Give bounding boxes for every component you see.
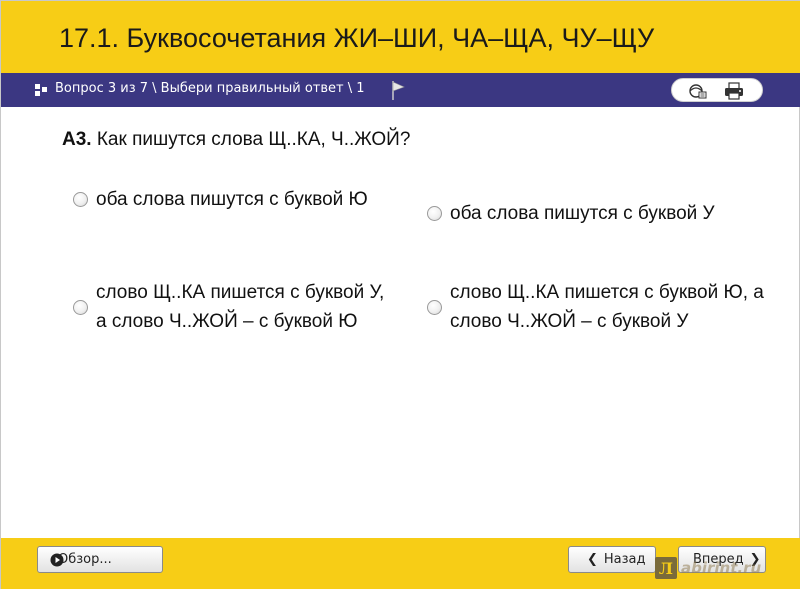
question-body: Как пишутся слова Щ..КА, Ч..ЖОЙ?: [96, 129, 411, 150]
answer-label: слово Щ..КА пишется с буквой Ю, а слово …: [450, 282, 764, 332]
question-text: А3. Как пишутся слова Щ..КА, Ч..ЖОЙ?: [62, 129, 410, 151]
breadcrumb: Вопрос 3 из 7 \ Выбери правильный ответ …: [55, 81, 365, 96]
play-circle-icon: [50, 553, 64, 567]
chevron-left-icon: ❮: [587, 552, 598, 567]
question-number: А3.: [62, 129, 92, 150]
answer-option-2[interactable]: оба слова пишутся с буквой У: [427, 199, 767, 228]
menu-dots-icon[interactable]: [35, 84, 47, 96]
help-icon[interactable]: [688, 82, 708, 100]
page-title: 17.1. Буквосочетания ЖИ–ШИ, ЧА–ЩА, ЧУ–ЩУ: [59, 23, 655, 53]
watermark-logo: Л: [655, 557, 677, 579]
answer-option-1[interactable]: оба слова пишутся с буквой Ю: [73, 185, 393, 214]
review-button[interactable]: Обзор...: [37, 546, 163, 573]
header: 17.1. Буквосочетания ЖИ–ШИ, ЧА–ЩА, ЧУ–ЩУ: [1, 1, 800, 73]
watermark: Л abirint.ru: [655, 556, 800, 580]
review-label: Обзор...: [58, 552, 112, 567]
answer-label: слово Щ..КА пишется с буквой У, а слово …: [96, 282, 385, 332]
test-window: 17.1. Буквосочетания ЖИ–ШИ, ЧА–ЩА, ЧУ–ЩУ…: [0, 0, 800, 589]
answer-label: оба слова пишутся с буквой Ю: [96, 189, 368, 210]
back-label: Назад: [603, 552, 646, 567]
flag-icon[interactable]: [391, 79, 405, 101]
answer-label: оба слова пишутся с буквой У: [450, 203, 715, 224]
radio-button[interactable]: [427, 299, 442, 315]
answer-option-3[interactable]: слово Щ..КА пишется с буквой У, а слово …: [73, 278, 393, 336]
tools-panel: [671, 78, 763, 102]
print-icon[interactable]: [724, 82, 744, 100]
back-button[interactable]: ❮ Назад: [568, 546, 656, 573]
watermark-text: abirint.ru: [681, 559, 762, 577]
radio-button[interactable]: [73, 299, 88, 315]
answer-option-4[interactable]: слово Щ..КА пишется с буквой Ю, а слово …: [427, 278, 767, 336]
radio-button[interactable]: [73, 192, 88, 207]
radio-button[interactable]: [427, 206, 442, 221]
